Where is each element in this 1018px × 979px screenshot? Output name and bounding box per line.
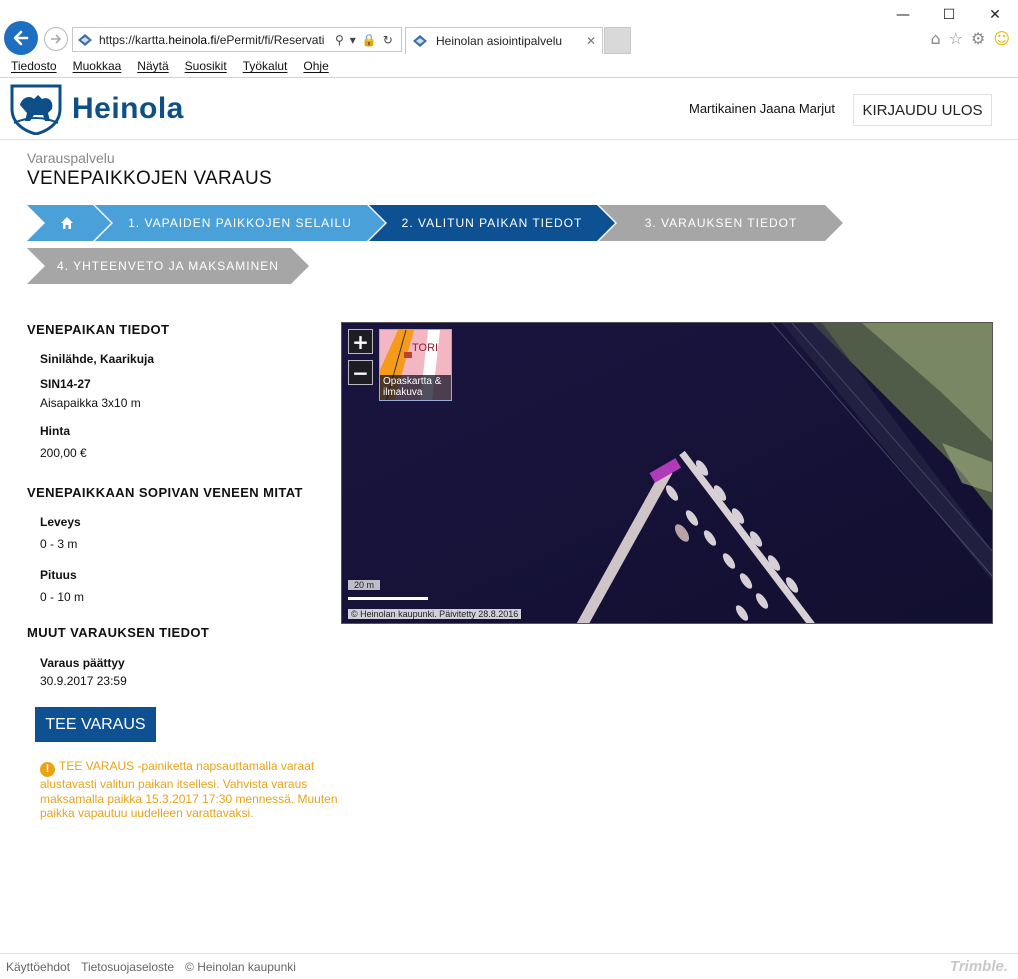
length-value: 0 - 10 m — [40, 590, 85, 604]
footer-terms-link[interactable]: Käyttöehdot — [6, 960, 70, 974]
logout-button[interactable]: KIRJAUDU ULOS — [853, 94, 992, 126]
section-other-info: MUUT VARAUKSEN TIEDOT — [27, 625, 210, 640]
menu-help[interactable]: Ohje — [303, 57, 328, 77]
step-3-label: 3. VARAUKSEN TIEDOT — [644, 216, 798, 230]
new-tab-button[interactable] — [604, 27, 631, 54]
layer-switcher[interactable]: TORI Opaskartta & ilmakuva — [379, 329, 452, 401]
width-label: Leveys — [40, 515, 81, 529]
favorites-star-icon[interactable]: ☆ — [949, 29, 963, 48]
back-button[interactable] — [4, 21, 38, 55]
reserve-notice: ! TEE VARAUS -painiketta napsauttamalla v… — [40, 759, 340, 821]
lock-icon[interactable]: 🔒 — [362, 33, 377, 47]
step-1-label: 1. VAPAIDEN PAIKKOJEN SELAILU — [128, 216, 352, 230]
trimble-logo: Trimble. — [949, 958, 1008, 975]
reservation-end-label: Varaus päättyy — [40, 656, 125, 670]
menu-tools[interactable]: Työkalut — [243, 57, 288, 77]
menu-bar: Tiedosto Muokkaa Näytä Suosikit Työkalut… — [0, 57, 345, 77]
arrow-left-icon — [13, 30, 29, 46]
url-domain: heinola.fi — [168, 32, 217, 47]
length-label: Pituus — [40, 568, 77, 582]
reserve-button[interactable]: TEE VARAUS — [35, 707, 156, 742]
price-label: Hinta — [40, 424, 70, 438]
warning-icon: ! — [40, 762, 55, 777]
url-prefix: https://kartta. — [99, 32, 169, 47]
footer-privacy-link[interactable]: Tietosuojaseloste — [81, 960, 174, 974]
reserve-notice-text: TEE VARAUS -painiketta napsauttamalla va… — [40, 759, 338, 820]
berth-location: Sinilähde, Kaarikuja — [40, 352, 155, 366]
berth-type: Aisapaikka 3x10 m — [40, 396, 141, 410]
step-2-label: 2. VALITUN PAIKAN TIEDOT — [401, 216, 583, 230]
berth-id: SIN14-27 — [40, 377, 91, 391]
page-footer: Käyttöehdot Tietosuojaseloste © Heinolan… — [0, 953, 1018, 979]
menu-favorites[interactable]: Suosikit — [185, 57, 227, 77]
layer-label-line2: ilmakuva — [383, 387, 423, 398]
map-view[interactable]: + − TORI Opaskartta & ilmakuva 20 m © He… — [341, 322, 993, 624]
forward-button[interactable] — [44, 27, 68, 51]
logo[interactable]: Heinola — [8, 83, 184, 135]
browser-tab[interactable]: Heinolan asiointipalvelu ✕ — [405, 27, 603, 54]
layer-switcher-label: Opaskartta & ilmakuva — [380, 375, 451, 400]
section-boat-dimensions: VENEPAIKKAAN SOPIVAN VENEEN MITAT — [27, 485, 303, 500]
tab-close-icon[interactable]: ✕ — [586, 34, 596, 48]
menu-view[interactable]: Näytä — [137, 57, 168, 77]
logo-text: Heinola — [72, 92, 184, 125]
step-4-label: 4. YHTEENVETO JA MAKSAMINEN — [57, 259, 279, 273]
minimize-icon[interactable]: — — [880, 0, 926, 30]
zoom-in-button[interactable]: + — [348, 329, 373, 354]
step-2[interactable]: 2. VALITUN PAIKAN TIEDOT — [369, 205, 615, 241]
price-value: 200,00 € — [40, 446, 87, 460]
step-1[interactable]: 1. VAPAIDEN PAIKKOJEN SELAILU — [95, 205, 385, 241]
site-favicon-icon — [78, 33, 92, 46]
scale-label: 20 m — [348, 580, 381, 590]
arrow-right-icon — [51, 34, 62, 44]
window-controls: — ☐ ✕ — [880, 0, 1018, 30]
menu-edit[interactable]: Muokkaa — [73, 57, 122, 77]
layer-thumb-text: TORI — [412, 342, 439, 354]
layer-label-line1: Opaskartta & — [383, 376, 442, 387]
step-4[interactable]: 4. YHTEENVETO JA MAKSAMINEN — [27, 248, 309, 284]
footer-copyright: © Heinolan kaupunki — [185, 959, 296, 974]
tab-title: Heinolan asiointipalvelu — [436, 34, 563, 48]
refresh-icon[interactable]: ↻ — [383, 33, 393, 47]
home-icon[interactable]: ⌂ — [930, 29, 940, 48]
map-copyright: © Heinolan kaupunki. Päivitetty 28.8.201… — [348, 609, 522, 619]
home-icon — [61, 217, 73, 229]
dropdown-icon[interactable]: ▾ — [350, 33, 356, 47]
site-header: Heinola Martikainen Jaana Marjut KIRJAUD… — [0, 78, 1018, 140]
page-title: VENEPAIKKOJEN VARAUS — [27, 168, 272, 189]
toolbar-icons: ⌂ ☆ ⚙ ☺ — [930, 29, 1010, 48]
address-url[interactable]: https://kartta.heinola.fi/ePermit/fi/Res… — [99, 33, 331, 47]
width-value: 0 - 3 m — [40, 537, 78, 551]
scale-bar — [348, 597, 428, 600]
reservation-end-value: 30.9.2017 23:59 — [40, 674, 127, 688]
tab-favicon-icon — [413, 35, 427, 47]
menu-file[interactable]: Tiedosto — [11, 57, 57, 77]
gear-icon[interactable]: ⚙ — [971, 29, 985, 48]
user-name: Martikainen Jaana Marjut — [689, 101, 835, 116]
zoom-out-button[interactable]: − — [348, 360, 373, 385]
maximize-icon[interactable]: ☐ — [926, 0, 972, 30]
step-3[interactable]: 3. VARAUKSEN TIEDOT — [599, 205, 843, 241]
close-window-icon[interactable]: ✕ — [972, 0, 1018, 30]
section-berth-details: VENEPAIKAN TIEDOT — [27, 322, 170, 337]
search-icon[interactable]: ⚲ — [335, 33, 344, 47]
page-subtitle: Varauspalvelu — [27, 150, 115, 166]
address-bar[interactable]: https://kartta.heinola.fi/ePermit/fi/Res… — [72, 27, 402, 52]
browser-chrome: — ☐ ✕ https://kartta.heinola.fi/ePermit/… — [0, 0, 1018, 78]
address-icons: ⚲ ▾ 🔒 ↻ — [335, 33, 393, 47]
url-rest: /ePermit/fi/Reservati — [216, 32, 325, 47]
heinola-crest-icon — [10, 84, 62, 135]
feedback-smiley-icon[interactable]: ☺ — [993, 29, 1010, 48]
